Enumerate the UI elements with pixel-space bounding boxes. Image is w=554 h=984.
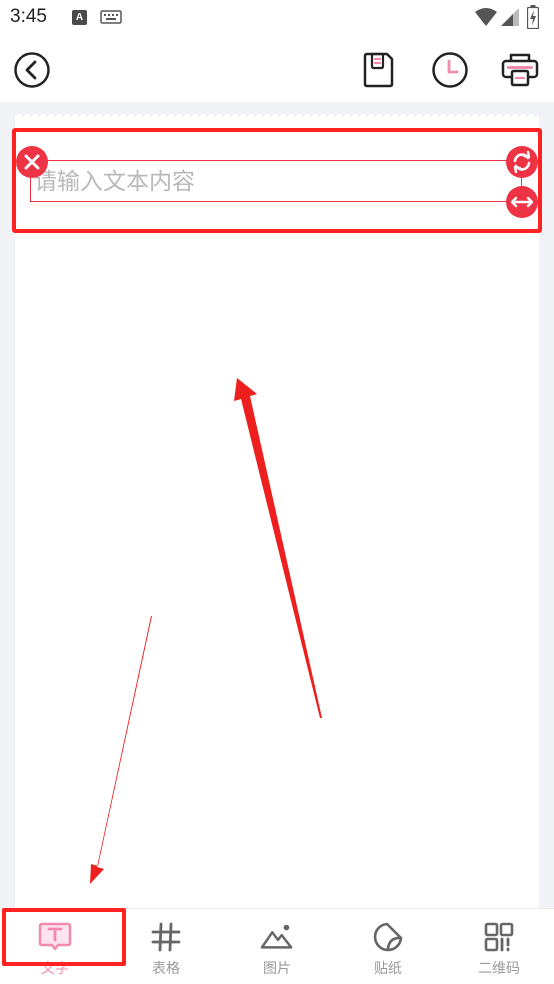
wifi-icon <box>475 8 497 26</box>
nav-icon-wrap <box>260 921 294 953</box>
nav-label: 二维码 <box>478 961 520 977</box>
print-button[interactable] <box>500 50 540 90</box>
chevron-left-icon <box>14 52 50 88</box>
nav-icon-wrap <box>149 921 183 953</box>
nav-item-qrcode[interactable]: 二维码 <box>444 909 554 984</box>
label-paper[interactable] <box>15 116 539 916</box>
nav-item-table[interactable]: 表格 <box>111 909 221 984</box>
sticker-icon <box>373 922 403 952</box>
annotation-highlight-nav-text <box>2 908 126 966</box>
signal-icon <box>501 8 519 26</box>
history-button[interactable] <box>430 50 470 90</box>
save-icon <box>363 52 394 88</box>
notification-badge: A <box>72 10 87 25</box>
printer-icon <box>501 53 539 87</box>
nav-label: 图片 <box>263 961 291 977</box>
nav-icon-wrap <box>482 921 516 953</box>
status-time: 3:45 <box>10 6 47 27</box>
nav-icon-wrap <box>371 921 405 953</box>
save-button[interactable] <box>358 50 398 90</box>
nav-item-image[interactable]: 图片 <box>222 909 332 984</box>
annotation-highlight-text-element <box>12 128 542 233</box>
keyboard-icon <box>100 10 122 24</box>
back-button[interactable] <box>12 50 52 90</box>
qrcode-icon <box>484 922 514 952</box>
nav-item-sticker[interactable]: 贴纸 <box>333 909 443 984</box>
nav-label: 贴纸 <box>374 961 402 977</box>
battery-charging-icon <box>527 5 539 29</box>
image-icon <box>260 924 293 949</box>
status-bar: 3:45 A <box>0 0 554 38</box>
hash-icon <box>151 922 181 952</box>
nav-label: 表格 <box>152 961 180 977</box>
top-toolbar <box>0 38 554 102</box>
clock-icon <box>432 52 468 88</box>
